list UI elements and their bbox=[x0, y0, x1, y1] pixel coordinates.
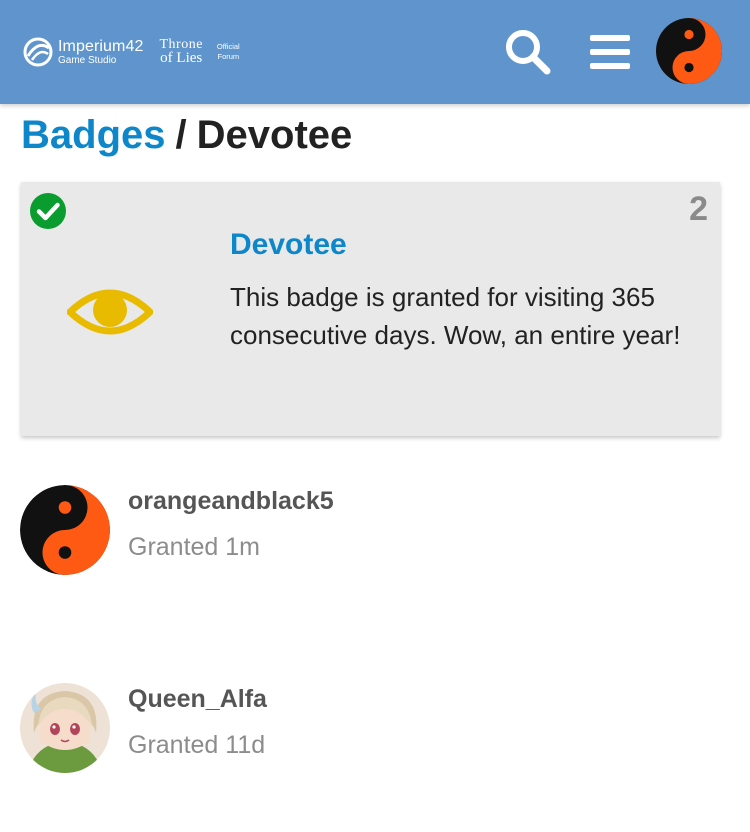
granted-time: Granted 11d bbox=[128, 731, 266, 759]
imperium42-logo: Imperium42 Game Studio bbox=[22, 36, 143, 68]
brand-subtitle: Game Studio bbox=[58, 54, 117, 66]
badge-description: This badge is granted for visiting 365 c… bbox=[230, 282, 681, 350]
official-text: Official bbox=[216, 41, 240, 51]
badge-name[interactable]: Devotee bbox=[230, 228, 347, 262]
hamburger-menu-icon bbox=[590, 35, 630, 69]
search-icon bbox=[506, 30, 551, 75]
granted-user-row: Queen_Alfa Granted 11d bbox=[20, 683, 720, 775]
username-link[interactable]: orangeandblack5 bbox=[128, 487, 334, 516]
forum-text: Forum bbox=[217, 52, 240, 61]
site-logo[interactable]: Imperium42 Game Studio Throne of Lies Of… bbox=[22, 34, 240, 70]
site-header: Imperium42 Game Studio Throne of Lies Of… bbox=[0, 0, 750, 104]
search-button[interactable] bbox=[498, 22, 558, 82]
granted-time: Granted 1m bbox=[128, 533, 261, 561]
breadcrumb: Badges / Devotee bbox=[21, 110, 352, 160]
user-avatar[interactable] bbox=[20, 683, 110, 773]
badge-grant-count: 2 bbox=[689, 190, 708, 228]
breadcrumb-badges-link[interactable]: Badges bbox=[21, 113, 166, 158]
page-title: Devotee bbox=[196, 112, 353, 157]
official-forum-label: Official Forum bbox=[217, 42, 240, 63]
breadcrumb-separator: / bbox=[175, 112, 187, 157]
throne-of-lies-logo: Throne of Lies bbox=[159, 38, 202, 66]
check-circle-icon bbox=[30, 193, 66, 229]
user-avatar[interactable] bbox=[20, 485, 110, 575]
imperium42-logo-icon bbox=[23, 37, 53, 67]
menu-button[interactable] bbox=[580, 22, 640, 82]
eye-icon bbox=[67, 289, 153, 335]
yin-yang-avatar bbox=[656, 18, 722, 84]
anime-girl-avatar bbox=[20, 683, 110, 773]
current-user-avatar-button[interactable] bbox=[656, 18, 722, 84]
username-link[interactable]: Queen_Alfa bbox=[128, 685, 267, 714]
yin-yang-avatar bbox=[20, 485, 110, 575]
granted-user-row: orangeandblack5 Granted 1m bbox=[20, 485, 720, 577]
badge-card: 2 Devotee This badge is granted for visi… bbox=[21, 182, 720, 436]
game-title-bottom: of Lies bbox=[160, 50, 203, 66]
brand-name: Imperium42 bbox=[58, 37, 144, 55]
